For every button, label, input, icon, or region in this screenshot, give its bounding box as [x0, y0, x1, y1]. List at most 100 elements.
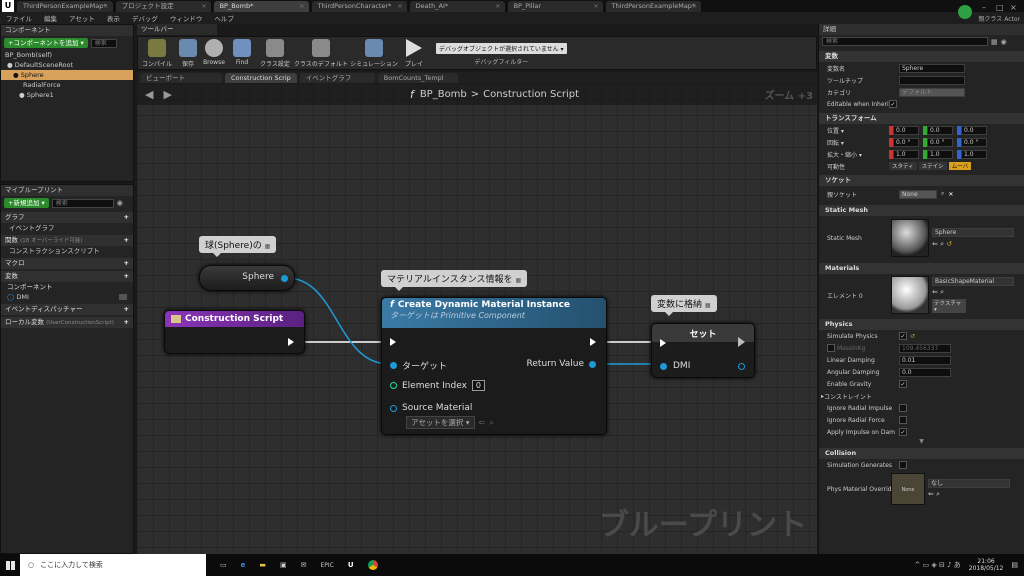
- cdmi-index-input[interactable]: 0: [471, 380, 485, 391]
- mobility-stationary-button[interactable]: ステイシ: [918, 162, 947, 170]
- menu-edit[interactable]: 編集: [38, 13, 63, 23]
- mobility-movable-button[interactable]: ムーバ: [948, 162, 972, 170]
- expand-more-icon[interactable]: ▼: [819, 438, 1024, 445]
- item-components-group[interactable]: コンポーネント: [1, 282, 133, 292]
- simulation-button[interactable]: シミュレーション: [348, 39, 400, 68]
- edge-icon[interactable]: e: [241, 561, 246, 569]
- construction-exec-out-pin[interactable]: [288, 338, 294, 346]
- chrome-icon[interactable]: [367, 560, 378, 570]
- sphere-getter-node[interactable]: Sphere: [199, 265, 295, 291]
- tree-sphere[interactable]: ● Sphere: [1, 70, 133, 80]
- taskbar-search-box[interactable]: ○ ここに入力して検索: [20, 554, 206, 576]
- phys-search-icon[interactable]: ⌕: [936, 490, 940, 498]
- class-settings-button[interactable]: クラス設定: [256, 39, 294, 68]
- set-dmi-in-pin[interactable]: [660, 362, 667, 370]
- parent-socket-field[interactable]: None: [899, 189, 937, 199]
- self-item[interactable]: BP_Bomb(self): [1, 50, 133, 60]
- simulate-reset-icon[interactable]: ↺: [910, 333, 915, 340]
- debug-object-select[interactable]: デバッグオブジェクトが選択されていません ▾: [436, 43, 567, 54]
- item-event-graph[interactable]: イベントグラフ: [1, 223, 133, 233]
- tab-event-graph[interactable]: イベントグラフ: [299, 72, 375, 83]
- scale-x[interactable]: 1.0: [893, 149, 919, 159]
- menu-debug[interactable]: デバッグ: [126, 13, 164, 23]
- static-mesh-select[interactable]: Sphere: [932, 227, 1014, 237]
- browse-button[interactable]: Browse: [200, 39, 228, 66]
- details-cat-physics[interactable]: Physics: [819, 319, 1024, 330]
- mat-use-arrow-icon[interactable]: ⇐: [932, 288, 938, 296]
- set-exec-in-pin[interactable]: [660, 339, 666, 347]
- play-button[interactable]: プレイ: [400, 39, 428, 68]
- details-cat-static-mesh[interactable]: Static Mesh: [819, 205, 1024, 216]
- simulate-checkbox[interactable]: ✓: [899, 332, 907, 340]
- menu-asset[interactable]: アセット: [63, 13, 101, 23]
- details-cat-transform[interactable]: トランスフォーム: [819, 113, 1024, 124]
- add-component-button[interactable]: +コンポーネントを追加 ▾: [4, 38, 88, 48]
- compile-button[interactable]: コンパイル: [138, 39, 176, 68]
- var-name-input[interactable]: Sphere: [899, 63, 965, 73]
- tab-construction-script[interactable]: Construction Scrip: [225, 72, 297, 83]
- item-dmi-variable[interactable]: ◯ DMI: [1, 292, 133, 302]
- mass-checkbox[interactable]: [827, 344, 835, 352]
- details-cat-collision[interactable]: Collision: [819, 448, 1024, 459]
- material-thumbnail[interactable]: [891, 276, 929, 314]
- phys-material-thumbnail[interactable]: None: [891, 473, 925, 505]
- tab-bp-bomb[interactable]: BP_Bomb* ×: [213, 1, 309, 12]
- item-construction-script[interactable]: コンストラクションスクリプト: [1, 246, 133, 256]
- linear-damping-input[interactable]: 0.01: [899, 355, 951, 365]
- windows-start-icon[interactable]: [0, 554, 20, 576]
- mesh-reset-icon[interactable]: ↺: [946, 240, 952, 248]
- tab-bp-pillar[interactable]: BP_Pillar ×: [507, 1, 603, 12]
- rotation-y[interactable]: 0.0 °: [927, 137, 953, 147]
- location-z[interactable]: 0.0: [961, 125, 987, 135]
- menu-help[interactable]: ヘルプ: [208, 13, 240, 23]
- constraints-row[interactable]: ▸ コンストレイント: [819, 390, 1024, 402]
- phys-use-arrow-icon[interactable]: ⇐: [928, 490, 934, 498]
- tab-third-person-map[interactable]: ThirdPersonExampleMap* ×: [17, 1, 113, 12]
- explorer-icon[interactable]: ▬: [259, 561, 266, 569]
- cdmi-source-dropdown[interactable]: アセットを選択 ▾: [406, 416, 475, 429]
- details-eye-icon[interactable]: ◉: [1001, 38, 1007, 46]
- socket-search-icon[interactable]: ⌕: [941, 190, 944, 198]
- location-y[interactable]: 0.0: [927, 125, 953, 135]
- construction-script-node[interactable]: Construction Script: [164, 310, 305, 354]
- mesh-use-arrow-icon[interactable]: ⇐: [932, 240, 938, 248]
- tree-default-scene-root[interactable]: ● DefaultSceneRoot: [1, 60, 133, 70]
- tab-project-settings[interactable]: プロジェクト設定 ×: [115, 1, 211, 12]
- set-dmi-node[interactable]: セット DMI: [651, 323, 755, 378]
- class-defaults-button[interactable]: クラスのデフォルト: [294, 39, 348, 68]
- save-button[interactable]: 保存: [176, 39, 200, 68]
- grid-view-icon[interactable]: ▦: [991, 38, 998, 46]
- unreal-taskbar-icon[interactable]: U: [348, 561, 354, 569]
- cdmi-exec-out-pin[interactable]: [590, 338, 596, 346]
- cdmi-target-pin[interactable]: [390, 362, 397, 369]
- details-cat-materials[interactable]: Materials: [819, 263, 1024, 274]
- menu-view[interactable]: 表示: [101, 13, 126, 23]
- comment-set[interactable]: 変数に格納 ▦: [651, 295, 717, 316]
- source-control-icon[interactable]: [958, 5, 973, 19]
- material-select[interactable]: BasicShapeMaterial: [932, 277, 1014, 286]
- tooltip-input[interactable]: [899, 75, 965, 85]
- cdmi-index-pin[interactable]: [390, 382, 397, 389]
- comment-sphere[interactable]: 球(Sphere)の ▦: [199, 236, 277, 257]
- tab-viewport[interactable]: ビューポート: [140, 72, 222, 83]
- use-selected-arrow-icon[interactable]: ⇐: [479, 418, 486, 427]
- section-functions[interactable]: 関数 (18 オーバーライド可能) +: [1, 235, 133, 246]
- cdmi-source-pin[interactable]: [390, 404, 397, 412]
- cdmi-return-pin[interactable]: [589, 360, 596, 368]
- cdmi-exec-in-pin[interactable]: [390, 338, 396, 346]
- apply-impulse-checkbox[interactable]: ✓: [899, 428, 907, 436]
- section-local-variables[interactable]: ローカル変数 (UserConstructionScript) +: [1, 317, 133, 328]
- create-dmi-node[interactable]: f Create Dynamic Material Instance ターゲットは…: [381, 297, 607, 435]
- scale-z[interactable]: 1.0: [961, 149, 987, 159]
- static-mesh-thumbnail[interactable]: [891, 219, 929, 257]
- section-macros[interactable]: マクロ +: [1, 258, 133, 269]
- mobility-static-button[interactable]: スタティ: [889, 162, 917, 170]
- tray-icons[interactable]: ^ ▭ ◈ ⊟ ♪ あ: [914, 560, 960, 570]
- my-blueprint-search-input[interactable]: 検索: [51, 198, 114, 208]
- details-cat-variable[interactable]: 変数: [819, 51, 1024, 62]
- tree-radial-force[interactable]: RadialForce: [1, 80, 133, 90]
- mat-search-icon[interactable]: ⌕: [940, 288, 944, 296]
- window-minimize-button[interactable]: –: [982, 3, 996, 12]
- editable-checkbox[interactable]: ✓: [889, 100, 897, 108]
- new-add-button[interactable]: +新規追加 ▾: [4, 198, 49, 208]
